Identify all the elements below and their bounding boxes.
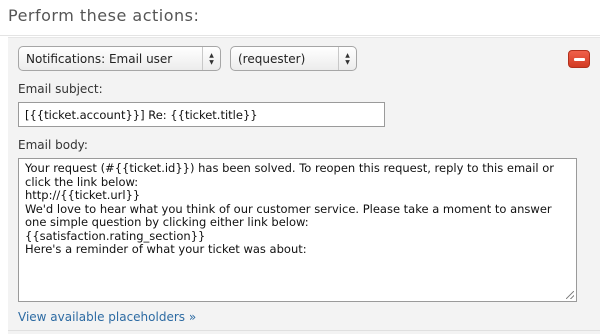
email-body-textarea[interactable]: Your request (#{{ticket.id}}) has been s… — [18, 158, 577, 302]
resize-grip-icon[interactable] — [566, 291, 574, 299]
action-type-select[interactable]: Notifications: Email user ▲ ▼ — [18, 46, 221, 71]
email-subject-input[interactable] — [18, 102, 385, 127]
email-body-line: http://{{ticket.url}} — [25, 188, 141, 202]
divider — [0, 35, 600, 36]
view-placeholders-link[interactable]: View available placeholders » — [18, 310, 196, 324]
email-body-line: Here's a reminder of what your ticket wa… — [25, 242, 307, 256]
action-type-select-value: Notifications: Email user — [26, 52, 173, 66]
email-body-line: We'd love to hear what you think of our … — [25, 201, 556, 229]
minus-icon — [573, 57, 585, 61]
recipient-select-value: (requester) — [238, 52, 306, 66]
select-arrows-icon: ▲ ▼ — [338, 47, 356, 70]
section-title: Perform these actions: — [8, 6, 200, 25]
email-subject-label: Email subject: — [18, 82, 103, 96]
divider — [8, 330, 600, 331]
email-body-line: {{satisfaction.rating_section}} — [25, 228, 206, 243]
email-body-label: Email body: — [18, 138, 88, 152]
email-body-line: Your request (#{{ticket.id}}) has been s… — [25, 161, 558, 189]
recipient-select[interactable]: (requester) ▲ ▼ — [230, 46, 357, 71]
select-arrows-icon: ▲ ▼ — [202, 47, 220, 70]
remove-action-button[interactable] — [568, 50, 590, 68]
